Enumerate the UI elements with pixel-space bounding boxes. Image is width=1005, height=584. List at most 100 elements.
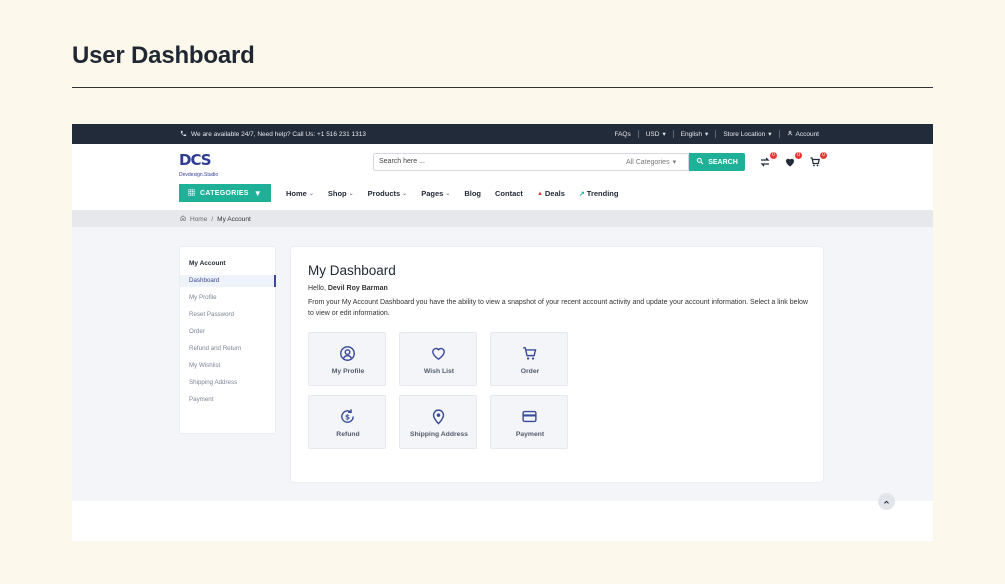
dashboard-panel: My Dashboard Hello, Devil Roy Barman Fro… <box>290 246 824 483</box>
nav-label: Contact <box>495 189 523 198</box>
cart-icon <box>521 345 538 362</box>
language-label: English <box>680 130 703 138</box>
tile-refund[interactable]: $ Refund <box>308 395 386 449</box>
logo[interactable]: DCS Devdesign.Studio <box>179 151 223 178</box>
fire-icon: ▲ <box>536 190 543 197</box>
nav-item-blog[interactable]: Blog <box>464 189 481 198</box>
chevron-down-icon: ⌄ <box>308 191 314 197</box>
top-links: FAQs USD ▾ English ▾ Store Location ▾ Accou… <box>607 130 826 138</box>
phone-icon <box>180 130 187 139</box>
profile-icon <box>339 345 356 362</box>
logo-tagline: Devdesign.Studio <box>179 172 219 178</box>
nav-item-shop[interactable]: Shop ⌄ <box>328 189 354 198</box>
store-location-label: Store Location <box>723 130 766 138</box>
nav-item-products[interactable]: Products ⌄ <box>368 189 408 198</box>
sidebar-item-shipping-address[interactable]: Shipping Address <box>180 377 276 389</box>
search-button-label: SEARCH <box>708 158 738 166</box>
wishlist-button[interactable]: 0 <box>784 152 802 172</box>
nav-label: Deals <box>544 189 565 198</box>
search-input[interactable]: Search here ... <box>379 158 425 165</box>
nav-item-home[interactable]: Home ⌄ <box>286 189 314 198</box>
sidebar-item-payment[interactable]: Payment <box>180 394 276 406</box>
site-header: DCS Devdesign.Studio Search here ... All… <box>72 144 933 210</box>
language-select[interactable]: English ▾ <box>674 130 716 139</box>
nav-item-contact[interactable]: Contact <box>495 189 523 198</box>
categories-label: CATEGORIES <box>200 189 249 197</box>
nav-label: Pages <box>421 189 444 198</box>
chevron-down-icon: ▾ <box>705 131 709 138</box>
chevron-down-icon: ⌄ <box>348 191 354 197</box>
compare-button[interactable]: 0 <box>759 152 777 172</box>
search-box: Search here ... All Categories ▾ <box>373 153 689 171</box>
sidebar-item-my-wishlist[interactable]: My Wishlist <box>180 360 276 372</box>
user-name: Devil Roy Barman <box>327 285 388 292</box>
nav-label: Shop <box>327 189 347 198</box>
chevron-down-icon: ⌄ <box>445 191 451 197</box>
back-to-top-button[interactable] <box>878 493 895 510</box>
tile-label: Payment <box>515 431 545 438</box>
screenshot-frame: We are available 24/7, Need help? Call U… <box>72 124 933 541</box>
sidebar-item-order[interactable]: Order <box>180 326 276 338</box>
faqs-label: FAQs <box>614 130 631 138</box>
tile-label: Wish List <box>423 368 455 375</box>
breadcrumb-bar: Home / My Account <box>72 210 933 227</box>
logo-mark: DCS <box>179 151 212 169</box>
compare-count: 0 <box>770 152 777 159</box>
sidebar-item-refund-and-return[interactable]: Refund and Return <box>180 343 276 355</box>
top-bar: We are available 24/7, Need help? Call U… <box>72 124 933 144</box>
account-sidebar: My Account Dashboard My Profile Reset Pa… <box>179 246 276 434</box>
wishlist-count: 0 <box>795 152 802 159</box>
dashboard-description: From your My Account Dashboard you have … <box>308 299 808 317</box>
search-button[interactable]: SEARCH <box>689 153 745 171</box>
refund-icon: $ <box>339 408 356 425</box>
chevron-down-icon: ▾ <box>768 131 772 138</box>
tile-wish-list[interactable]: Wish List <box>399 332 477 386</box>
currency-select[interactable]: USD ▾ <box>639 130 673 139</box>
main-nav: Home ⌄ Shop ⌄ Products ⌄ Pages ⌄ Blog Contac… <box>286 189 618 198</box>
currency-label: USD <box>645 130 660 138</box>
nav-item-trending[interactable]: ↗ Trending <box>579 189 619 198</box>
sidebar-title: My Account <box>189 260 226 267</box>
tile-my-profile[interactable]: My Profile <box>308 332 386 386</box>
page-title: User Dashboard <box>72 42 255 69</box>
category-select[interactable]: All Categories ▾ <box>626 158 676 167</box>
breadcrumb-separator: / <box>211 215 214 223</box>
sidebar-item-my-profile[interactable]: My Profile <box>180 292 276 304</box>
cart-count: 0 <box>820 152 827 159</box>
greeting-text: Hello, <box>308 285 326 292</box>
trend-icon: ↗ <box>578 190 585 198</box>
nav-label: Trending <box>586 189 619 198</box>
svg-text:$: $ <box>345 412 350 421</box>
chevron-down-icon: ⌄ <box>402 191 408 197</box>
search-icon <box>696 157 704 167</box>
categories-button[interactable]: CATEGORIES ▼ <box>179 184 271 202</box>
account-link[interactable]: Account <box>780 130 827 138</box>
card-icon <box>521 408 538 425</box>
cart-button[interactable]: 0 <box>809 152 827 169</box>
caret-down-icon: ▼ <box>253 188 262 198</box>
nav-item-deals[interactable]: ▲ Deals <box>537 189 565 198</box>
tile-order[interactable]: Order <box>490 332 568 386</box>
dashboard-title: My Dashboard <box>308 263 396 278</box>
greeting: Hello, Devil Roy Barman <box>308 285 388 292</box>
nav-label: Products <box>367 189 401 198</box>
category-select-label: All Categories <box>626 158 670 166</box>
tile-payment[interactable]: Payment <box>490 395 568 449</box>
compare-icon <box>759 155 771 172</box>
divider <box>72 87 933 88</box>
sidebar-item-reset-password[interactable]: Reset Password <box>180 309 276 321</box>
nav-label: Home <box>286 189 307 198</box>
tile-label: Shipping Address <box>410 431 468 438</box>
nav-item-pages[interactable]: Pages ⌄ <box>421 189 450 198</box>
heart-icon <box>430 345 447 362</box>
faqs-link[interactable]: FAQs <box>607 131 637 138</box>
help-text: We are available 24/7, Need help? Call U… <box>191 131 366 138</box>
tile-shipping-address[interactable]: Shipping Address <box>399 395 477 449</box>
nav-label: Blog <box>464 189 482 198</box>
breadcrumb-current: My Account <box>217 215 251 223</box>
heart-icon <box>784 155 796 172</box>
store-location-select[interactable]: Store Location ▾ <box>716 130 778 139</box>
sidebar-item-dashboard[interactable]: Dashboard <box>180 275 276 287</box>
tile-label: Order <box>520 368 540 375</box>
breadcrumb-home[interactable]: Home <box>190 216 207 223</box>
